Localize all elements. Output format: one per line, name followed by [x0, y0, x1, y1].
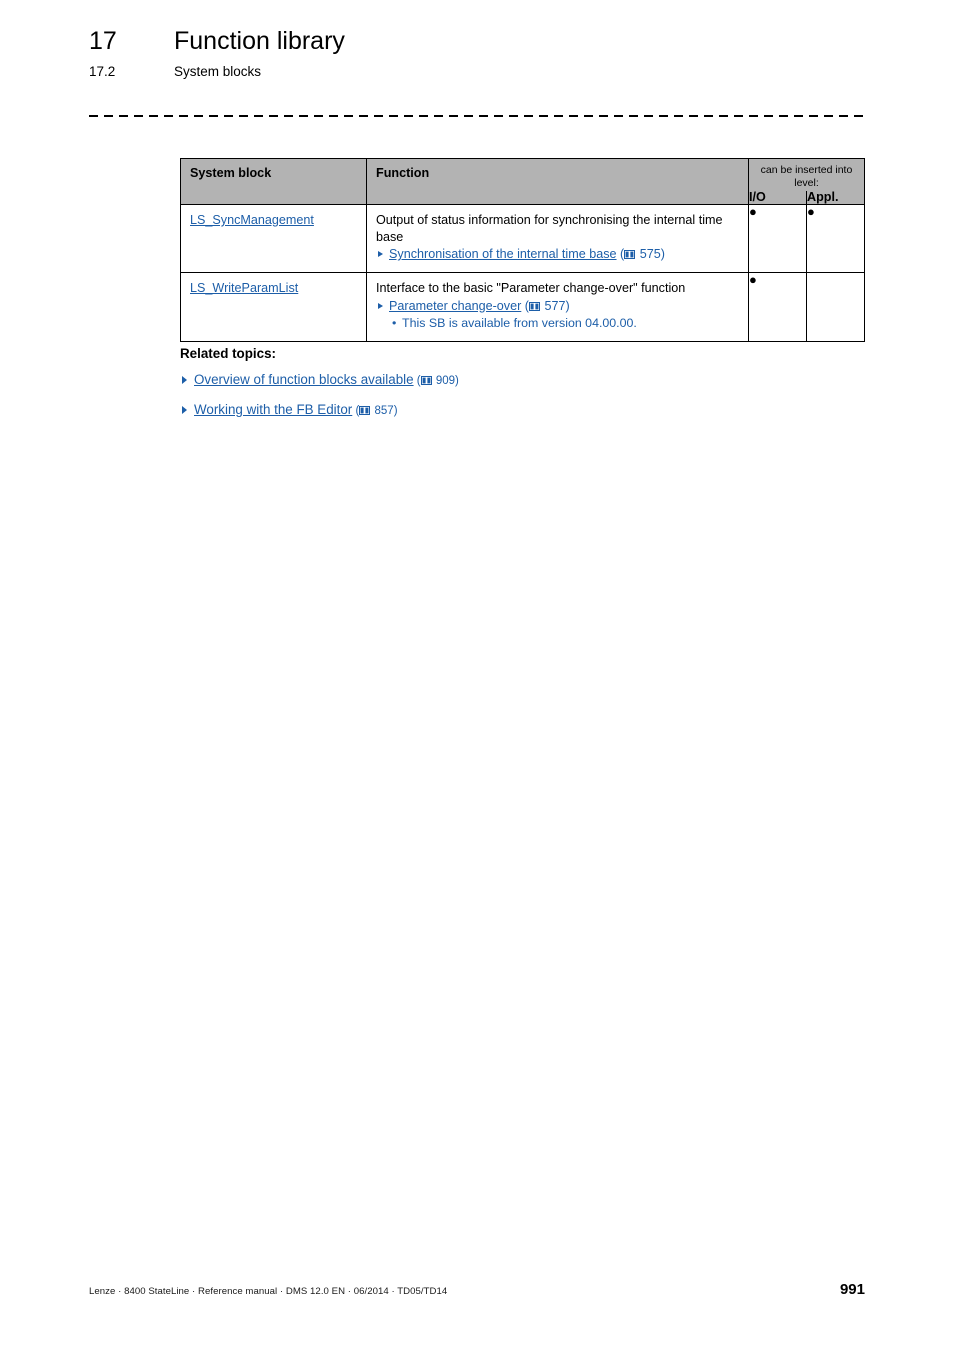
level-io-marker: ● [749, 272, 757, 287]
column-header-level-group-label: can be inserted into level: [760, 164, 853, 189]
related-topic-item: Working with the FB Editor ( 857) [180, 400, 780, 421]
column-header-io: I/O [748, 191, 807, 205]
cross-reference-line: Parameter change-over ( 577) [376, 298, 739, 315]
table-row: LS_SyncManagement Output of status infor… [180, 204, 866, 273]
table-header: System block Function can be inserted in… [180, 158, 866, 205]
table-body: LS_SyncManagement Output of status infor… [180, 204, 866, 342]
table-header-row-1: System block Function can be inserted in… [180, 158, 866, 205]
cross-reference-line: Synchronisation of the internal time bas… [376, 246, 739, 263]
section-title: System blocks [174, 64, 262, 79]
cell-function: Output of status information for synchro… [366, 204, 749, 273]
function-description: Interface to the basic "Parameter change… [376, 281, 686, 295]
related-topics-section: Related topics: Overview of function blo… [180, 345, 780, 430]
cross-reference-link[interactable]: Synchronisation of the internal time bas… [389, 247, 617, 261]
cell-level-io: ● [748, 204, 807, 273]
related-topic-item: Overview of function blocks available ( … [180, 370, 780, 391]
level-io-marker: ● [749, 204, 757, 219]
system-block-link[interactable]: LS_SyncManagement [190, 213, 314, 227]
related-topic-page: 857 [374, 405, 394, 417]
availability-note: • This SB is available from version 04.00… [376, 315, 739, 332]
note-bullet-icon: • [392, 315, 397, 330]
system-block-link[interactable]: LS_WriteParamList [190, 281, 298, 295]
document-page: 17 Function library 17.2 System blocks S… [0, 0, 954, 1350]
cross-reference-page: 577 [544, 298, 566, 313]
cell-system-block: LS_WriteParamList [180, 272, 367, 342]
running-head: 17 Function library 17.2 System blocks [89, 26, 879, 80]
system-blocks-table: System block Function can be inserted in… [180, 158, 866, 342]
header-dashed-rule [89, 115, 865, 117]
column-header-function-label: Function [376, 166, 430, 180]
footer-imprint: Lenze · 8400 StateLine · Reference manua… [89, 1286, 448, 1297]
book-icon [420, 376, 432, 385]
triangle-bullet-icon [182, 406, 187, 414]
triangle-bullet-icon [378, 251, 383, 257]
column-header-system-block: System block [180, 158, 367, 205]
cross-reference-ref: ( 575) [616, 247, 665, 261]
chapter-title: Function library [174, 27, 345, 55]
book-icon [359, 406, 371, 415]
section-line: 17.2 System blocks [89, 63, 879, 80]
column-header-level-group: can be inserted into level: [747, 158, 866, 191]
cell-function: Interface to the basic "Parameter change… [366, 272, 749, 342]
page-number: 991 [839, 1281, 865, 1298]
chapter-number: 17 [89, 27, 117, 55]
cross-reference-link[interactable]: Parameter change-over [389, 299, 521, 313]
level-appl-marker: ● [807, 204, 815, 219]
book-icon [624, 250, 636, 259]
column-header-appl: Appl. [805, 191, 866, 205]
cell-level-appl [805, 272, 866, 342]
page-footer: Lenze · 8400 StateLine · Reference manua… [89, 1281, 865, 1298]
section-number: 17.2 [89, 64, 116, 79]
cross-reference-ref: ( 577) [521, 298, 570, 313]
book-icon [529, 301, 541, 311]
cross-reference-page: 575 [639, 247, 661, 261]
cell-level-io: ● [748, 272, 807, 342]
related-topic-page: 909 [435, 375, 455, 387]
related-topic-link[interactable]: Working with the FB Editor [194, 402, 352, 417]
table-row: LS_WriteParamList Interface to the basic… [180, 272, 866, 342]
related-topic-ref: ( 857) [352, 405, 398, 417]
chapter-line: 17 Function library [89, 26, 879, 56]
cell-system-block: LS_SyncManagement [180, 204, 367, 273]
column-header-function: Function [366, 158, 749, 205]
triangle-bullet-icon [378, 302, 383, 309]
function-description: Output of status information for synchro… [376, 213, 723, 244]
cell-level-appl: ● [805, 204, 866, 273]
related-topic-ref: ( 909) [413, 375, 459, 387]
availability-note-text: This SB is available from version 04.00.… [402, 315, 637, 330]
column-header-system-block-label: System block [190, 166, 272, 180]
related-topics-heading: Related topics: [180, 346, 276, 361]
related-topic-link[interactable]: Overview of function blocks available [194, 372, 414, 387]
triangle-bullet-icon [182, 376, 187, 384]
